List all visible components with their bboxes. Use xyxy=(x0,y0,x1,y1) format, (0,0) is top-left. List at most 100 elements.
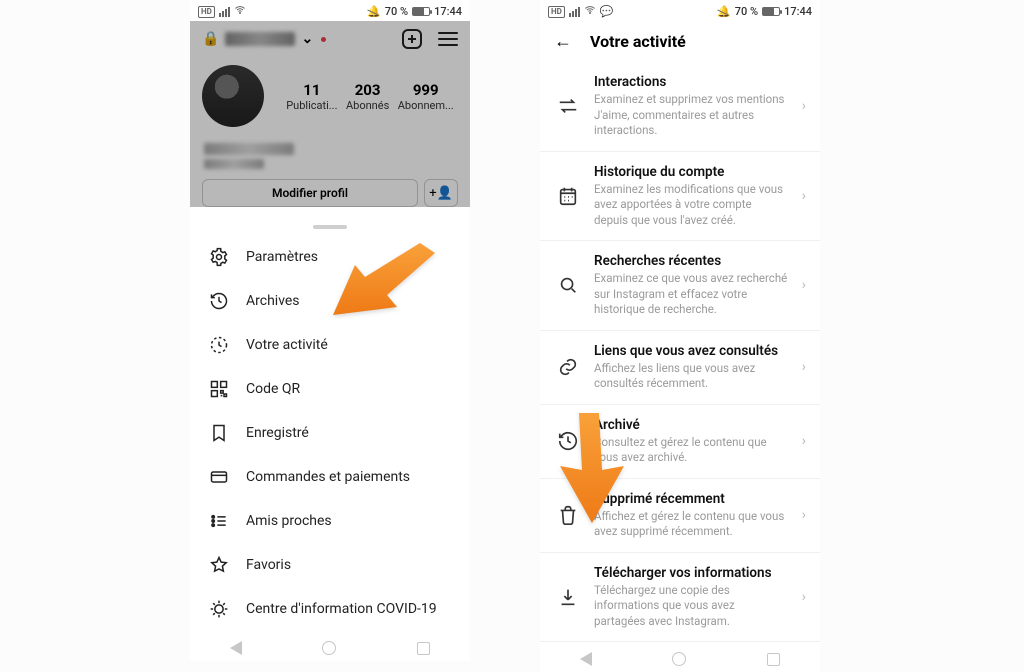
activity-header: ← Votre activité xyxy=(540,21,820,62)
activity-item-download[interactable]: Télécharger vos informations Téléchargez… xyxy=(540,553,820,643)
signal-icon xyxy=(569,7,580,17)
activity-item-title: Supprimé récemment xyxy=(594,491,788,507)
menu-item-label: Amis proches xyxy=(246,513,332,529)
activity-icon xyxy=(208,335,230,355)
chevron-right-icon: › xyxy=(802,359,806,375)
clock-text: 17:44 xyxy=(784,5,812,18)
discover-people-button[interactable]: +👤 xyxy=(424,179,458,207)
wifi-icon xyxy=(234,4,246,19)
battery-text: 70 % xyxy=(385,5,408,18)
back-nav-button[interactable] xyxy=(580,652,592,666)
back-nav-button[interactable] xyxy=(230,641,242,655)
virus-icon xyxy=(208,599,230,619)
page-title: Votre activité xyxy=(590,32,686,51)
menu-item-archives[interactable]: Archives xyxy=(190,279,470,323)
menu-item-orders[interactable]: Commandes et paiements xyxy=(190,455,470,499)
archive-icon xyxy=(556,430,580,452)
menu-item-label: Archives xyxy=(246,293,300,309)
chevron-down-icon: ⌄ xyxy=(301,31,313,47)
trash-icon xyxy=(556,504,580,526)
menu-button[interactable] xyxy=(438,32,458,46)
battery-icon xyxy=(412,7,430,16)
activity-item-desc: Affichez et gérez le contenu que vous av… xyxy=(594,509,788,540)
back-button[interactable]: ← xyxy=(554,31,572,52)
menu-item-label: Paramètres xyxy=(246,249,318,265)
activity-item-archived[interactable]: Archivé Consultez et gérez le contenu qu… xyxy=(540,405,820,479)
activity-item-title: Historique du compte xyxy=(594,164,788,180)
download-icon xyxy=(556,586,580,608)
status-bar: HD 🔔 70 % 17:44 xyxy=(190,0,470,21)
username-selector[interactable]: 🔒 ⌄ xyxy=(202,31,326,47)
profile-section: 🔒 ⌄ 11 Publicati... 203 Abonnés xyxy=(190,21,470,207)
list-icon xyxy=(208,511,230,531)
new-post-button[interactable] xyxy=(402,29,422,49)
archive-icon xyxy=(208,291,230,311)
menu-item-label: Centre d'information COVID-19 xyxy=(246,601,437,617)
recents-nav-button[interactable] xyxy=(417,642,430,655)
card-icon xyxy=(208,467,230,487)
activity-item-searches[interactable]: Recherches récentes Examinez ce que vous… xyxy=(540,241,820,331)
edit-profile-button[interactable]: Modifier profil xyxy=(202,179,418,207)
menu-item-label: Votre activité xyxy=(246,337,328,353)
chevron-right-icon: › xyxy=(802,507,806,523)
menu-item-activity[interactable]: Votre activité xyxy=(190,323,470,367)
activity-item-title: Télécharger vos informations xyxy=(594,565,788,581)
chevron-right-icon: › xyxy=(802,277,806,293)
activity-item-title: Liens que vous avez consultés xyxy=(594,343,788,359)
link-icon xyxy=(556,356,580,378)
swap-icon xyxy=(556,95,580,117)
android-nav-bar xyxy=(540,642,820,672)
menu-item-label: Enregistré xyxy=(246,425,309,441)
home-nav-button[interactable] xyxy=(322,641,336,655)
gear-icon xyxy=(208,247,230,267)
clock-text: 17:44 xyxy=(434,5,462,18)
battery-icon xyxy=(762,7,780,16)
battery-text: 70 % xyxy=(735,5,758,18)
activity-item-title: Recherches récentes xyxy=(594,253,788,269)
stat-followers[interactable]: 203 Abonnés xyxy=(346,81,389,112)
activity-item-deleted[interactable]: Supprimé récemment Affichez et gérez le … xyxy=(540,479,820,553)
search-icon xyxy=(556,274,580,296)
menu-item-label: Code QR xyxy=(246,381,300,397)
menu-item-settings[interactable]: Paramètres xyxy=(190,235,470,279)
chevron-right-icon: › xyxy=(802,188,806,204)
activity-item-desc: Examinez ce que vous avez recherché sur … xyxy=(594,271,788,318)
recents-nav-button[interactable] xyxy=(767,653,780,666)
activity-item-desc: Affichez les liens que vous avez consult… xyxy=(594,361,788,392)
notification-dot-icon xyxy=(321,37,326,42)
stat-posts[interactable]: 11 Publicati... xyxy=(286,81,337,112)
android-nav-bar xyxy=(190,631,470,661)
activity-list: Interactions Examinez et supprimez vos m… xyxy=(540,62,820,642)
drag-handle-icon[interactable] xyxy=(313,225,347,229)
menu-item-saved[interactable]: Enregistré xyxy=(190,411,470,455)
menu-item-favorites[interactable]: Favoris xyxy=(190,543,470,587)
mute-icon: 🔔 xyxy=(367,5,381,18)
stat-following[interactable]: 999 Abonnem... xyxy=(398,81,454,112)
star-icon xyxy=(208,555,230,575)
activity-item-title: Archivé xyxy=(594,417,788,433)
display-name-blurred xyxy=(204,143,294,155)
messenger-icon: 💬 xyxy=(600,5,614,18)
wifi-icon xyxy=(584,4,596,19)
bottom-sheet-menu: Paramètres Archives Votre activité Code … xyxy=(190,217,470,631)
status-bar: HD 💬 🔔 70 % 17:44 xyxy=(540,0,820,21)
menu-item-covid[interactable]: Centre d'information COVID-19 xyxy=(190,587,470,631)
lock-icon: 🔒 xyxy=(202,31,219,47)
qr-icon xyxy=(208,379,230,399)
hd-icon: HD xyxy=(198,6,215,18)
activity-item-interactions[interactable]: Interactions Examinez et supprimez vos m… xyxy=(540,62,820,152)
activity-item-desc: Consultez et gérez le contenu que vous a… xyxy=(594,435,788,466)
activity-item-history[interactable]: Historique du compte Examinez les modifi… xyxy=(540,152,820,242)
menu-item-label: Favoris xyxy=(246,557,291,573)
home-nav-button[interactable] xyxy=(672,652,686,666)
username-blurred xyxy=(225,32,295,46)
phone-left: HD 🔔 70 % 17:44 🔒 ⌄ xyxy=(190,0,470,661)
activity-item-links[interactable]: Liens que vous avez consultés Affichez l… xyxy=(540,331,820,405)
avatar[interactable] xyxy=(202,65,264,127)
chevron-right-icon: › xyxy=(802,433,806,449)
menu-item-close-friends[interactable]: Amis proches xyxy=(190,499,470,543)
menu-item-label: Commandes et paiements xyxy=(246,469,410,485)
menu-item-qr[interactable]: Code QR xyxy=(190,367,470,411)
mute-icon: 🔔 xyxy=(717,5,731,18)
signal-icon xyxy=(219,7,230,17)
